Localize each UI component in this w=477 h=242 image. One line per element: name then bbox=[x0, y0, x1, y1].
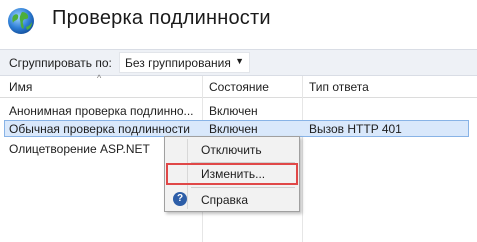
chevron-down-icon: ▼ bbox=[235, 56, 244, 66]
menu-item-help[interactable]: ? Справка bbox=[167, 189, 297, 211]
column-header-state[interactable]: Состояние bbox=[209, 80, 269, 94]
column-header-name[interactable]: Имя bbox=[9, 80, 32, 94]
row-state: Включен bbox=[209, 122, 258, 136]
menu-item-disable[interactable]: Отключить bbox=[167, 139, 297, 161]
table-row[interactable]: Анонимная проверка подлинно... Включен bbox=[0, 102, 477, 119]
page-header: Проверка подлинности bbox=[0, 0, 477, 40]
context-menu: Отключить Изменить... ? Справка bbox=[164, 136, 300, 212]
group-by-label: Сгруппировать по: bbox=[9, 56, 112, 70]
row-state: Включен bbox=[209, 104, 258, 118]
group-by-value: Без группирования bbox=[125, 56, 231, 70]
row-name: Анонимная проверка подлинно... bbox=[9, 104, 194, 118]
row-response: Вызов HTTP 401 bbox=[309, 122, 402, 136]
page-title: Проверка подлинности bbox=[52, 7, 271, 29]
column-divider bbox=[302, 76, 303, 242]
menu-item-label: Изменить... bbox=[201, 167, 266, 181]
column-header-response[interactable]: Тип ответа bbox=[309, 80, 369, 94]
row-name: Олицетворение ASP.NET bbox=[9, 142, 150, 156]
menu-item-edit[interactable]: Изменить... bbox=[166, 163, 298, 185]
globe-icon bbox=[8, 8, 34, 34]
menu-item-label: Справка bbox=[201, 193, 249, 207]
menu-separator bbox=[191, 187, 295, 188]
group-by-toolbar: Сгруппировать по: Без группирования ▼ bbox=[0, 49, 477, 76]
help-icon: ? bbox=[173, 192, 187, 206]
group-by-dropdown[interactable]: Без группирования ▼ bbox=[119, 52, 250, 73]
row-name: Обычная проверка подлинности bbox=[9, 122, 190, 136]
table-row-selected[interactable]: Обычная проверка подлинности Включен Выз… bbox=[4, 120, 469, 137]
menu-item-label: Отключить bbox=[201, 143, 262, 157]
column-header-row: Имя Состояние Тип ответа bbox=[0, 76, 477, 98]
